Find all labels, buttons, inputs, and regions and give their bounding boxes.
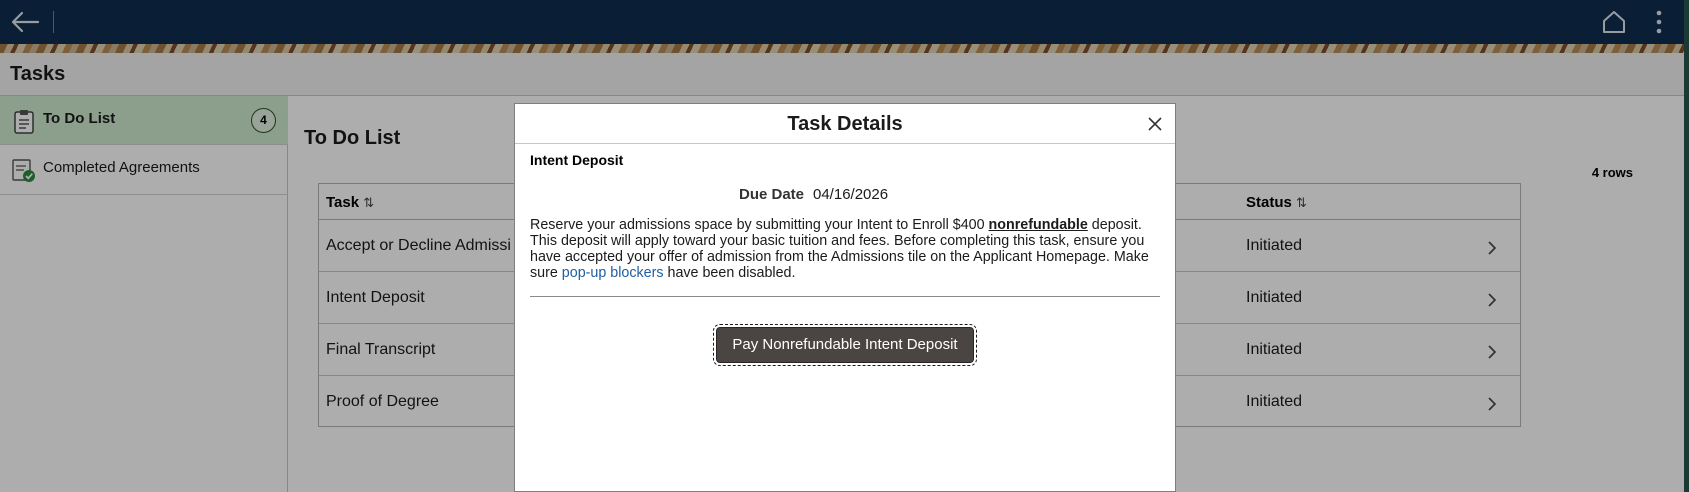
dialog-divider xyxy=(530,296,1160,297)
task-description: Reserve your admissions space by submitt… xyxy=(530,217,1160,281)
task-details-dialog: Task Details Intent Deposit Due Date 04/… xyxy=(514,103,1176,492)
description-emphasis: nonrefundable xyxy=(988,217,1088,233)
due-date-value: 04/16/2026 xyxy=(813,186,889,203)
dialog-header: Task Details xyxy=(515,104,1175,144)
due-date-label: Due Date xyxy=(739,186,805,203)
window-edge xyxy=(1684,0,1689,492)
dialog-title: Task Details xyxy=(787,113,903,135)
popup-blockers-link[interactable]: pop-up blockers xyxy=(562,265,664,281)
pay-deposit-button[interactable]: Pay Nonrefundable Intent Deposit xyxy=(713,324,977,366)
description-text: have been disabled. xyxy=(663,265,796,281)
task-name-heading: Intent Deposit xyxy=(530,152,624,168)
close-icon[interactable] xyxy=(1146,115,1164,133)
description-text: Reserve your admissions space by submitt… xyxy=(530,217,989,233)
